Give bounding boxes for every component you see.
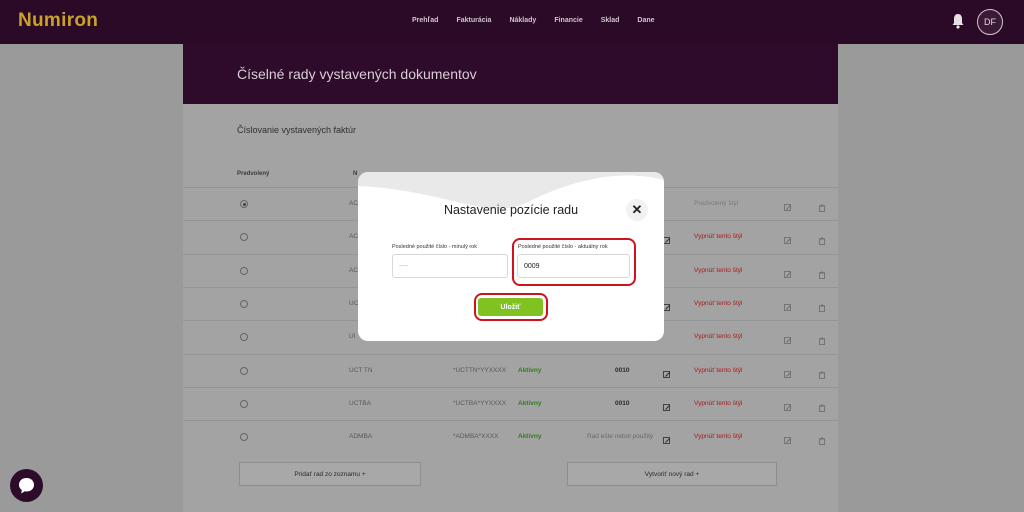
series-name: AC: [349, 266, 359, 274]
series-name: AC: [349, 233, 359, 241]
column-header-name: N: [353, 171, 358, 177]
toggle-style-link[interactable]: Vypnúť tento štýl: [694, 233, 742, 240]
nav-item-prehlad[interactable]: Prehľad: [412, 17, 438, 24]
close-icon[interactable]: ✕: [626, 199, 648, 221]
table-row: UCTBA *UCTBA*YYXXXX Aktívny 0010 Vypnúť tent…: [183, 386, 838, 420]
status-badge: Aktívny: [518, 366, 542, 374]
series-format: *ADMBA*XXXX: [453, 433, 499, 441]
chat-button[interactable]: [10, 469, 43, 502]
default-radio[interactable]: [240, 200, 248, 208]
nav-item-sklad[interactable]: Sklad: [601, 17, 620, 24]
edit-icon[interactable]: [784, 366, 792, 378]
toggle-style-link[interactable]: Vypnúť tento štýl: [694, 433, 742, 440]
series-name: ADMBA: [349, 433, 373, 441]
toggle-style-link[interactable]: Vypnúť tento štýl: [694, 333, 742, 340]
section-title: Číslovanie vystavených faktúr: [237, 125, 357, 135]
edit-number-icon[interactable]: [663, 299, 671, 311]
trash-icon[interactable]: [818, 266, 826, 279]
nav-item-dane[interactable]: Dane: [637, 17, 654, 24]
default-radio[interactable]: [240, 399, 248, 408]
page-title: Číselné rady vystavených dokumentov: [237, 66, 477, 82]
last-number: 0010: [615, 399, 630, 407]
column-header-default: Predvolený: [237, 171, 270, 177]
edit-icon[interactable]: [784, 299, 792, 311]
toggle-style-link[interactable]: Vypnúť tento štýl: [694, 400, 742, 407]
edit-icon[interactable]: [784, 266, 792, 278]
edit-icon[interactable]: [784, 399, 792, 411]
trash-icon[interactable]: [818, 299, 826, 312]
default-radio[interactable]: [240, 299, 248, 308]
status-badge: Aktívny: [518, 433, 542, 441]
prev-year-label: Posledné použité číslo - minulý rok: [392, 244, 477, 250]
trash-icon[interactable]: [818, 432, 826, 445]
modal-wave-decoration: [358, 172, 664, 209]
status-badge: Aktívny: [518, 399, 542, 407]
trash-icon[interactable]: [818, 199, 826, 212]
bell-icon[interactable]: [951, 13, 965, 29]
trash-icon[interactable]: [818, 399, 826, 412]
series-name: UCTBA: [349, 399, 372, 407]
edit-number-icon[interactable]: [663, 232, 671, 245]
nav-item-financie[interactable]: Financie: [554, 17, 582, 24]
chat-bubble-icon: [19, 478, 34, 494]
default-radio[interactable]: [240, 333, 248, 342]
toggle-style-link[interactable]: Vypnúť tento štýl: [694, 367, 742, 374]
edit-icon[interactable]: [784, 232, 792, 245]
series-format: *UCTTN*YYXXXX: [453, 366, 507, 374]
toggle-style-link[interactable]: Vypnúť tento štýl: [694, 267, 742, 274]
edit-icon[interactable]: [784, 199, 792, 211]
table-row: UCT TN *UCTTN*YYXXXX Aktívny 0010 Vypnúť ten…: [183, 353, 838, 387]
save-button[interactable]: Uložiť: [478, 298, 543, 316]
page-header: Číselné rady vystavených dokumentov: [183, 44, 838, 104]
edit-number-icon[interactable]: [663, 366, 671, 378]
table-row: ADMBA *ADMBA*XXXX Aktívny Rad ešte nebol po…: [183, 420, 838, 453]
edit-number-icon[interactable]: [663, 432, 671, 444]
main-nav: Prehľad Fakturácia Náklady Financie Skla…: [412, 17, 673, 24]
series-name: UI: [349, 333, 356, 341]
create-new-series-button[interactable]: Vytvoriť nový rad +: [567, 462, 777, 486]
trash-icon[interactable]: [818, 332, 826, 346]
nav-item-fakturacia[interactable]: Fakturácia: [456, 17, 491, 24]
edit-icon[interactable]: [784, 432, 792, 444]
app-logo[interactable]: Numiron: [18, 10, 98, 32]
trash-icon[interactable]: [818, 366, 826, 379]
modal-title: Nastavenie pozície radu: [443, 203, 579, 217]
add-from-list-button[interactable]: Pridať rad zo zoznamu +: [239, 462, 421, 486]
trash-icon[interactable]: [818, 232, 826, 246]
series-name: AC: [349, 200, 359, 207]
user-avatar[interactable]: DF: [977, 9, 1003, 35]
edit-icon[interactable]: [784, 332, 792, 345]
series-name: UCT TN: [349, 366, 373, 374]
edit-number-icon[interactable]: [663, 399, 671, 411]
series-position-modal: Nastavenie pozície radu ✕ Posledné použi…: [358, 172, 664, 341]
toggle-style-link[interactable]: Vypnúť tento štýl: [694, 300, 742, 307]
curr-year-label: Posledné použité číslo - aktuálny rok: [518, 244, 608, 250]
default-radio[interactable]: [240, 433, 248, 442]
default-radio[interactable]: [240, 233, 248, 242]
series-format: *UCTBA*YYXXXX: [453, 399, 507, 407]
series-name: UC: [349, 299, 359, 307]
curr-year-input[interactable]: 0009: [517, 254, 630, 278]
last-number: Rad ešte nebol použitý: [587, 433, 654, 441]
nav-item-naklady[interactable]: Náklady: [509, 17, 536, 24]
prev-year-input[interactable]: ----: [392, 254, 508, 278]
default-radio[interactable]: [240, 266, 248, 275]
toggle-style-link: Predvolený štýl: [694, 200, 739, 207]
top-bar: Numiron Prehľad Fakturácia Náklady Finan…: [0, 0, 1024, 44]
default-radio[interactable]: [240, 366, 248, 375]
last-number: 0010: [615, 366, 630, 374]
